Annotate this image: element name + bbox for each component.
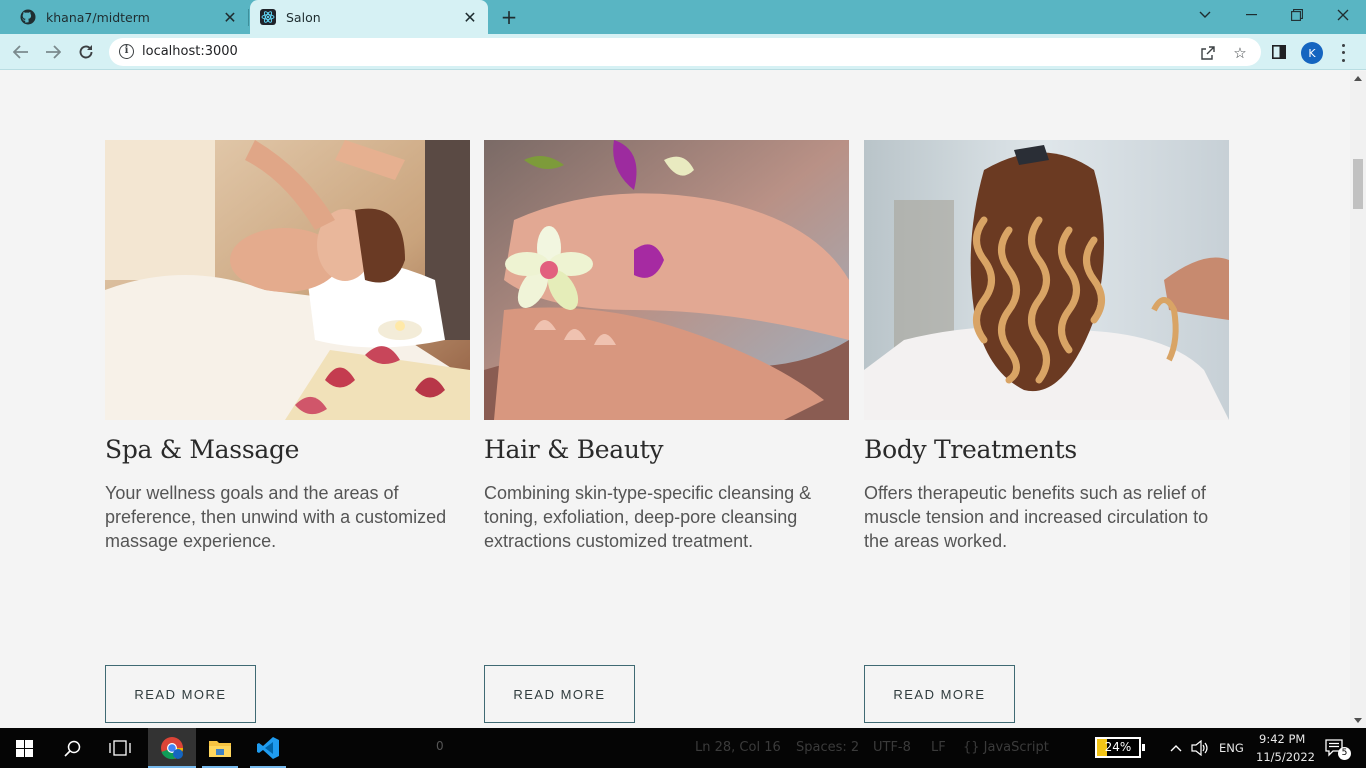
hair-styling-photo [864,140,1229,420]
page-viewport: Spa & Massage Your wellness goals and th… [0,71,1350,728]
volume-icon[interactable] [1188,728,1212,768]
notification-count-badge: 5 [1338,747,1351,760]
battery-indicator[interactable]: 24% [1095,737,1145,758]
battery-nub [1142,744,1145,751]
chrome-icon [161,737,184,760]
tab-search-icon[interactable] [1182,0,1228,30]
scrollbar-thumb[interactable] [1353,159,1363,209]
tab-divider [248,9,249,26]
start-button[interactable] [0,728,48,768]
read-more-button[interactable]: READ MORE [864,665,1015,723]
read-more-button[interactable]: READ MORE [484,665,635,723]
vscode-status-eol: LF [931,740,946,755]
side-panel-icon[interactable] [1270,43,1288,61]
url-text[interactable]: localhost:3000 [142,44,238,59]
address-bar[interactable]: i localhost:3000 ☆ [109,38,1261,66]
new-tab-button[interactable]: + [498,5,520,29]
read-more-button[interactable]: READ MORE [105,665,256,723]
tab-salon[interactable]: Salon ✕ [250,0,488,34]
react-icon [260,9,276,25]
github-icon [20,9,36,25]
restore-button[interactable] [1274,0,1320,30]
card-description: Combining skin-type-specific cleansing &… [484,483,812,551]
scroll-down-arrow-icon[interactable] [1354,718,1362,723]
page-scrollbar[interactable] [1350,71,1366,728]
show-hidden-icons-icon[interactable] [1165,728,1187,768]
taskbar-file-explorer[interactable]: 0 [196,728,444,768]
search-button[interactable] [48,728,96,768]
close-tab-icon[interactable]: ✕ [222,8,238,27]
close-window-button[interactable] [1320,0,1366,30]
foot-care-photo [484,140,849,420]
forward-button[interactable] [41,40,65,64]
scroll-up-arrow-icon[interactable] [1354,76,1362,81]
explorer-badge: 0 [436,739,444,753]
clock-time[interactable]: 9:42 PM [1259,732,1305,746]
taskbar-chrome[interactable] [148,728,196,768]
tab-github[interactable]: khana7/midterm ✕ [0,0,248,34]
task-view-button[interactable] [96,728,144,768]
windows-logo-icon [15,739,33,757]
windows-taskbar: 0 Ln 28, Col 16 Spaces: 2 UTF-8 LF {} Ja… [0,728,1366,768]
spa-massage-photo [105,140,470,420]
taskbar-vscode[interactable] [244,728,292,768]
card-title: Spa & Massage [105,435,300,464]
language-indicator[interactable]: ENG [1219,741,1244,755]
share-icon[interactable] [1199,44,1217,62]
card-title: Body Treatments [864,435,1077,464]
profile-avatar[interactable]: K [1301,42,1323,64]
card-description: Offers therapeutic benefits such as reli… [864,483,1209,551]
reload-button[interactable] [74,40,98,64]
close-tab-icon[interactable]: ✕ [462,8,478,27]
vscode-status-position: Ln 28, Col 16 [695,740,781,755]
vscode-icon [257,737,279,759]
vscode-status-spaces: Spaces: 2 [796,740,860,755]
browser-menu-icon[interactable] [1336,42,1350,64]
tab-title: khana7/midterm [46,9,150,25]
notification-center-button[interactable]: 5 [1318,728,1352,768]
battery-percent: 24% [1104,740,1132,754]
minimize-button[interactable] [1228,0,1274,30]
site-info-icon[interactable]: i [119,44,134,59]
tab-title: Salon [286,9,321,25]
vscode-status-encoding: UTF-8 [873,740,911,755]
clock-date[interactable]: 11/5/2022 [1256,750,1315,764]
task-view-icon [109,740,131,756]
search-icon [63,740,80,757]
card-title: Hair & Beauty [484,435,664,464]
folder-icon [209,741,231,757]
bookmark-star-icon[interactable]: ☆ [1231,44,1249,62]
browser-tabstrip: khana7/midterm ✕ Salon ✕ + [0,0,1366,34]
browser-toolbar: i localhost:3000 ☆ K [0,34,1366,70]
back-button[interactable] [9,40,33,64]
card-description: Your wellness goals and the areas of pre… [105,483,447,551]
vscode-status-language: {} JavaScript [963,740,1049,755]
